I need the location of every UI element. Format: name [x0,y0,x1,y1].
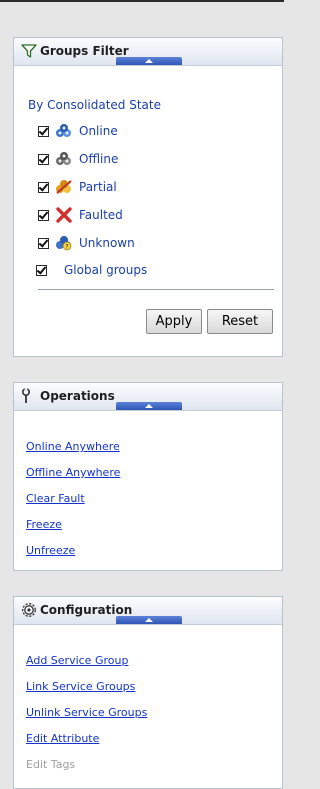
filter-row-offline: Offline [38,150,118,168]
filter-divider [38,289,274,290]
partial-label: Partial [79,180,117,194]
clear-fault-link[interactable]: Clear Fault [26,492,85,505]
freeze-link[interactable]: Freeze [26,518,62,531]
unknown-icon: ? [56,236,72,251]
link-service-groups-link[interactable]: Link Service Groups [26,680,135,693]
filter-row-unknown: ? Unknown [38,234,135,252]
groups-filter-title: Groups Filter [40,44,129,58]
apply-button[interactable]: Apply [146,309,202,334]
edit-attribute-link[interactable]: Edit Attribute [26,732,99,745]
offline-checkbox[interactable] [38,153,49,165]
collapse-operations-button[interactable] [116,402,182,410]
collapse-groups-filter-button[interactable] [116,57,182,65]
online-checkbox[interactable] [38,125,49,137]
gear-icon [22,603,36,617]
unknown-label: Unknown [79,236,135,250]
faulted-checkbox[interactable] [38,209,49,221]
unlink-service-groups-link[interactable]: Unlink Service Groups [26,706,147,719]
faulted-label: Faulted [79,208,123,222]
filter-row-global-groups: Global groups [36,261,147,279]
wrench-icon [22,388,30,403]
svg-text:?: ? [65,244,68,251]
edit-tags-link: Edit Tags [26,758,76,771]
unknown-checkbox[interactable] [38,237,49,249]
operations-panel: Operations Online Anywhere Offline Anywh… [13,382,283,571]
online-label: Online [79,124,118,138]
global-groups-label: Global groups [64,263,148,277]
top-border [0,0,284,2]
reset-button[interactable]: Reset [207,309,273,334]
configuration-panel: Configuration Add Service Group Link Ser… [13,596,283,789]
faulted-icon [56,207,72,223]
funnel-icon [21,44,37,58]
operations-header: Operations [14,383,282,411]
partial-icon [56,180,72,194]
online-anywhere-link[interactable]: Online Anywhere [26,440,120,453]
consolidated-state-label: By Consolidated State [28,98,161,112]
filter-row-faulted: Faulted [38,206,123,224]
operations-title: Operations [40,389,115,403]
global-groups-checkbox[interactable] [36,264,47,276]
configuration-title: Configuration [40,603,133,617]
filter-row-partial: Partial [38,178,117,196]
offline-icon [56,152,71,165]
unfreeze-link[interactable]: Unfreeze [26,544,75,557]
groups-filter-header: Groups Filter [14,38,282,66]
online-icon [56,124,71,137]
partial-checkbox[interactable] [38,181,49,193]
filter-row-online: Online [38,122,118,140]
configuration-header: Configuration [14,597,282,625]
offline-anywhere-link[interactable]: Offline Anywhere [26,466,120,479]
groups-filter-panel: Groups Filter By Consolidated State Onli… [13,37,283,357]
add-service-group-link[interactable]: Add Service Group [26,654,128,667]
offline-label: Offline [79,152,119,166]
collapse-configuration-button[interactable] [116,616,182,624]
